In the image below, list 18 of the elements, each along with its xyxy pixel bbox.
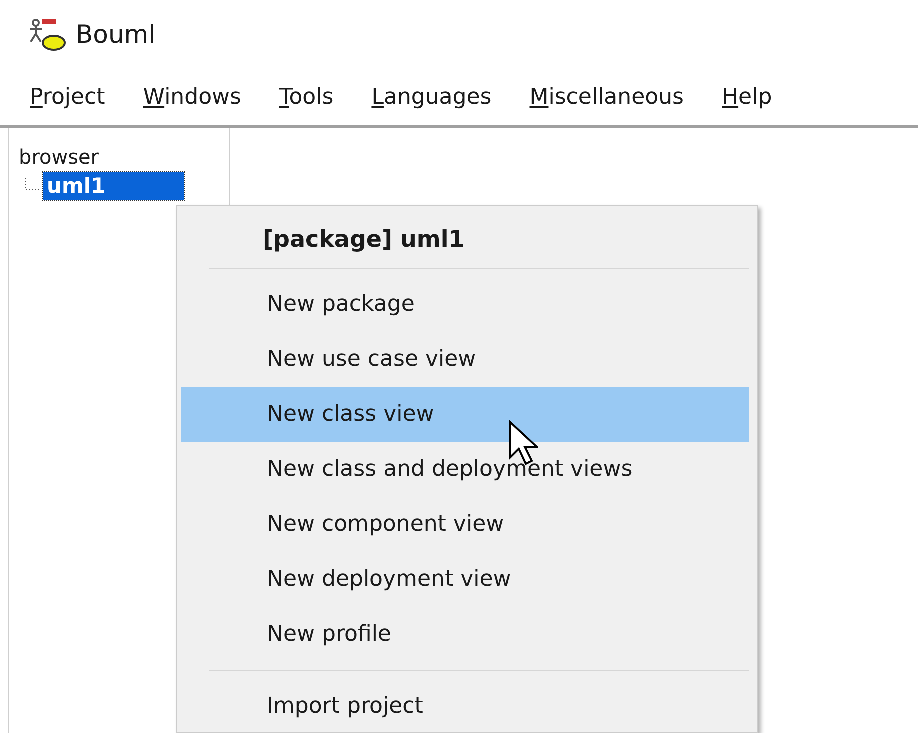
menu-header: [package] uml1 [262, 226, 466, 255]
menu-item[interactable]: Miscellaneous [530, 81, 684, 114]
menu-item[interactable]: New profile [181, 607, 749, 662]
menu-item[interactable]: Help [722, 81, 772, 114]
menu-item[interactable]: New deployment view [181, 552, 749, 607]
menu-item[interactable]: New package [181, 277, 749, 332]
menu-item[interactable]: New class view [181, 387, 749, 442]
tree-item[interactable]: uml1 [43, 172, 184, 200]
menu-item[interactable]: Windows [143, 81, 242, 114]
menu-item[interactable]: New component view [181, 497, 749, 552]
menu-item[interactable]: Languages [372, 81, 492, 114]
window-title: Bouml [76, 19, 156, 52]
menu-item[interactable]: Project [30, 81, 106, 114]
menu-item[interactable]: New use case view [181, 332, 749, 387]
menu-item[interactable]: Tools [280, 81, 334, 114]
panel-title: browser [19, 144, 100, 171]
menu-item[interactable]: New class and deployment views [181, 442, 749, 497]
menu-item[interactable]: Import project [181, 679, 749, 732]
